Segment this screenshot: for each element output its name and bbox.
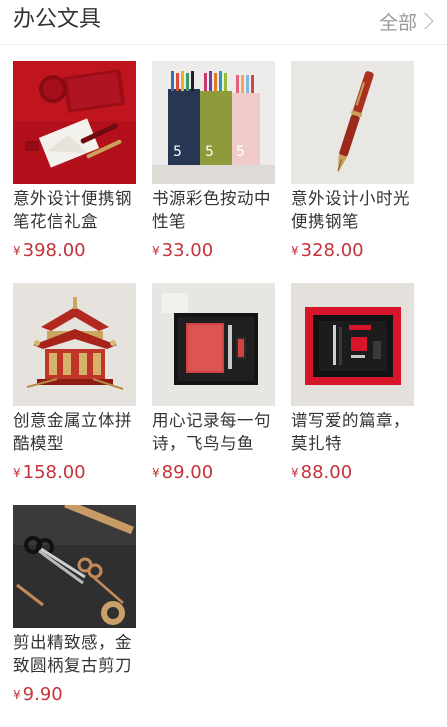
- product-price: ¥9.90: [13, 683, 136, 707]
- metal-3d-model-image: [13, 283, 136, 406]
- section-header: 办公文具 全部: [0, 0, 447, 45]
- gel-pen-packs-image: 5 5 5: [152, 61, 275, 184]
- price-value: 328.00: [300, 240, 364, 261]
- product-price: ¥88.00: [291, 461, 414, 485]
- svg-text:5: 5: [205, 144, 214, 160]
- product-price: ¥158.00: [13, 461, 136, 485]
- price-value: 398.00: [22, 240, 86, 261]
- product-name: 谱写爱的篇章，莫扎特: [291, 411, 410, 453]
- product-name: 剪出精致感，金致圆柄复古剪刀: [13, 633, 132, 675]
- scissors-set-image: [13, 505, 136, 628]
- product-price: ¥328.00: [291, 239, 414, 263]
- currency-symbol: ¥: [13, 466, 21, 480]
- price-value: 89.00: [161, 462, 214, 483]
- red-fountain-pen-image: [291, 61, 414, 184]
- currency-symbol: ¥: [152, 244, 160, 258]
- product-card[interactable]: 谱写爱的篇章，莫扎特 ¥88.00: [291, 283, 414, 505]
- product-name: 书源彩色按动中性笔: [152, 189, 271, 231]
- product-card[interactable]: 创意金属立体拼酷模型 ¥158.00: [13, 283, 136, 505]
- product-card[interactable]: 意外设计小时光便携钢笔 ¥328.00: [291, 61, 414, 283]
- chevron-right-icon: [416, 12, 434, 30]
- price-value: 9.90: [22, 684, 63, 705]
- product-price: ¥33.00: [152, 239, 275, 263]
- svg-text:5: 5: [236, 144, 245, 160]
- price-value: 88.00: [300, 462, 353, 483]
- currency-symbol: ¥: [291, 466, 299, 480]
- product-name: 创意金属立体拼酷模型: [13, 411, 132, 453]
- see-all-label: 全部: [378, 11, 417, 34]
- product-name: 意外设计便携钢笔花信礼盒: [13, 189, 132, 231]
- see-all-link[interactable]: 全部: [379, 7, 434, 35]
- notebook-gift-set-image: [152, 283, 275, 406]
- price-value: 158.00: [22, 462, 86, 483]
- product-name: 用心记录每一句诗，飞鸟与鱼: [152, 411, 271, 453]
- product-price: ¥89.00: [152, 461, 275, 485]
- red-pen-gift-box-image: [13, 61, 136, 184]
- product-name: 意外设计小时光便携钢笔: [291, 189, 410, 231]
- currency-symbol: ¥: [291, 244, 299, 258]
- currency-symbol: ¥: [152, 466, 160, 480]
- svg-text:5: 5: [173, 144, 182, 160]
- product-card[interactable]: 意外设计便携钢笔花信礼盒 ¥398.00: [13, 61, 136, 283]
- product-card[interactable]: 剪出精致感，金致圆柄复古剪刀 ¥9.90: [13, 505, 136, 727]
- pen-gift-box-image: [291, 283, 414, 406]
- product-card[interactable]: 5 5 5 书源彩色按动中性笔 ¥33.00: [152, 61, 275, 283]
- product-card[interactable]: 用心记录每一句诗，飞鸟与鱼 ¥89.00: [152, 283, 275, 505]
- currency-symbol: ¥: [13, 688, 21, 702]
- section-title: 办公文具: [13, 7, 102, 32]
- currency-symbol: ¥: [13, 244, 21, 258]
- price-value: 33.00: [161, 240, 214, 261]
- product-grid: 意外设计便携钢笔花信礼盒 ¥398.00 5 5 5 书源彩色按动中性笔 ¥ 3…: [13, 61, 434, 727]
- product-price: ¥398.00: [13, 239, 136, 263]
